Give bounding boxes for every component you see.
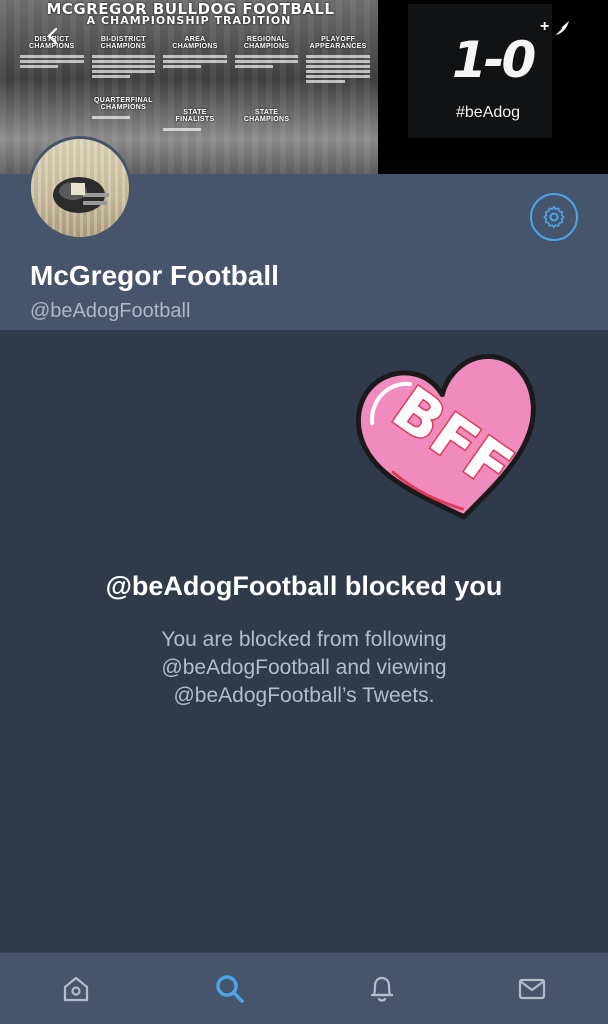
profile-handle: @beAdogFootball: [30, 300, 191, 322]
search-icon: [216, 975, 244, 1003]
banner-column-label: PLAYOFF APPEARANCES: [309, 36, 367, 50]
blocked-heading: @beAdogFootball blocked you: [105, 571, 503, 601]
banner-column-years: [306, 53, 370, 85]
nav-notifications[interactable]: [364, 971, 400, 1007]
banner-column-label: STATE FINALISTS: [175, 109, 215, 123]
banner-column-years: [91, 114, 156, 121]
profile-display-name: McGregor Football: [30, 260, 279, 291]
nav-messages[interactable]: [514, 971, 550, 1007]
gear-icon: [543, 205, 565, 229]
banner-column-label: REGIONAL CHAMPIONS: [243, 36, 290, 50]
banner-column-years: [20, 53, 84, 70]
nav-home[interactable]: [58, 971, 94, 1007]
settings-button[interactable]: [530, 193, 578, 241]
nav-search[interactable]: [212, 971, 248, 1007]
back-arrow-icon[interactable]: [44, 27, 62, 45]
bell-icon: [370, 976, 394, 1002]
banner-subtitle: A CHAMPIONSHIP TRADITION: [86, 14, 292, 27]
blocked-description: You are blocked from following @beAdogFo…: [161, 628, 447, 707]
score-text: 1-0: [452, 31, 536, 89]
banner-column-label: STATE CHAMPIONS: [243, 109, 290, 123]
banner-column-years: [234, 53, 299, 70]
bottom-navigation: [0, 952, 608, 1024]
banner-column-label: AREA CHAMPIONS: [172, 36, 218, 50]
feather-icon: [550, 21, 569, 40]
home-icon: [63, 976, 89, 1002]
banner-column-label: BI-DISTRICT CHAMPIONS: [100, 36, 147, 50]
banner-column-label: QUARTERFINAL CHAMPIONS: [93, 97, 153, 111]
banner-column-years: [91, 53, 156, 80]
banner-column-years: [163, 53, 227, 70]
banner-column: AREA CHAMPIONS STATE FINALISTS: [163, 36, 227, 166]
banner-column-years: [163, 126, 227, 133]
banner-column: PLAYOFF APPEARANCES: [306, 36, 370, 166]
helmet-icon: [53, 177, 109, 213]
banner-column: REGIONAL CHAMPIONS STATE CHAMPIONS: [234, 36, 299, 166]
score-hashtag: #beAdog: [456, 104, 521, 121]
avatar[interactable]: [28, 136, 132, 240]
bff-heart-sticker: BFF: [355, 353, 536, 520]
mail-icon: [518, 978, 546, 1000]
